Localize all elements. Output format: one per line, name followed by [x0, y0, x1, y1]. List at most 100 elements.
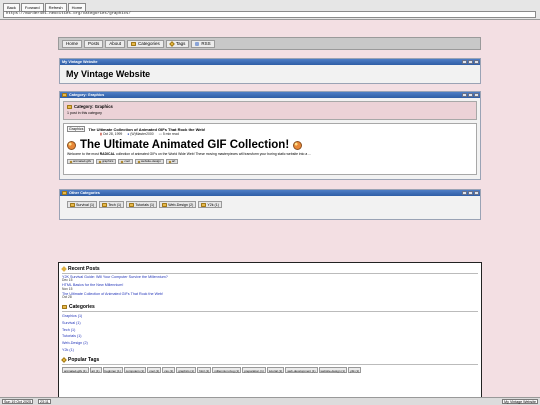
tag-cloud-item[interactable]: graphics (1) — [176, 366, 197, 373]
tag-cloud-item[interactable]: web-development (1) — [285, 366, 318, 373]
nav-about-label: About — [109, 41, 122, 46]
close-button[interactable] — [474, 191, 479, 195]
category-chip[interactable]: Tech (1) — [99, 201, 125, 208]
post-author-text: (W)Master2000 — [130, 132, 154, 136]
tag-cloud: animated-gifs (1) art (1) beginner (1) c… — [62, 366, 478, 373]
maximize-button[interactable] — [468, 60, 473, 64]
window-titlebar[interactable]: Category: Graphics — [60, 92, 480, 98]
recent-posts-title: Recent Posts — [68, 266, 100, 272]
tag-label: website-design — [140, 159, 161, 163]
folder-icon — [62, 304, 67, 309]
category-window: Category: Graphics Category: Graphics 1 … — [59, 91, 481, 180]
minimize-button[interactable] — [462, 60, 467, 64]
minimize-button[interactable] — [462, 93, 467, 97]
category-heading: Category: Graphics — [67, 104, 473, 109]
close-button[interactable] — [474, 93, 479, 97]
category-link[interactable]: Tech (1) — [62, 327, 478, 334]
nav-home-label: Home — [66, 41, 79, 46]
post-tags: animated-gifs graphics cool website-desi… — [67, 159, 473, 164]
maximize-button[interactable] — [468, 191, 473, 195]
tag-cloud-item[interactable]: millennium-bug (1) — [212, 366, 242, 373]
popular-tags-heading: Popular Tags — [61, 356, 478, 365]
post-date-text: Oct 28, 1999 — [102, 132, 123, 136]
tag-chip[interactable]: website-design — [134, 159, 164, 164]
excerpt-text: collection of animated GIFs on the World… — [115, 152, 311, 156]
tag-cloud-item[interactable]: y2k (1) — [348, 366, 362, 373]
tag-chip[interactable]: art — [165, 159, 179, 164]
browser-toolbar: Back Forward Refresh Home https://murder… — [0, 0, 540, 20]
post-big-title: The Ultimate Animated GIF Collection! — [67, 139, 473, 151]
close-button[interactable] — [474, 60, 479, 64]
category-header: Category: Graphics 1 post in this catego… — [63, 101, 477, 120]
category-link[interactable]: Y2k (1) — [62, 347, 478, 354]
site-title-window: My Vintage Website My Vintage Website — [59, 58, 481, 84]
category-link[interactable]: Survival (1) — [62, 320, 478, 327]
category-chip[interactable]: Y2k (1) — [198, 201, 222, 208]
tag-cloud-item[interactable]: cool (1) — [147, 366, 162, 373]
taskbar-window-button[interactable]: My Vintage Website — [502, 399, 538, 404]
tag-cloud-item[interactable]: beginner (1) — [102, 366, 123, 373]
window-title: Other Categories — [69, 191, 100, 195]
nav-categories[interactable]: Categories — [127, 39, 164, 48]
tag-cloud-item[interactable]: computers (1) — [123, 366, 147, 373]
book-icon: ▭ — [158, 132, 162, 136]
recent-post-item: The Ultimate Collection of Animated GIFs… — [62, 292, 478, 300]
taskbar: Sun 19 Oct 2025 23:11 My Vintage Website — [0, 397, 540, 405]
window-titlebar[interactable]: Other Categories — [60, 190, 480, 196]
category-count: 1 post in this category — [67, 111, 102, 115]
tag-icon — [168, 40, 175, 47]
tag-icon — [69, 160, 73, 163]
nav-posts[interactable]: Posts — [84, 39, 104, 48]
folder-icon — [162, 202, 168, 207]
category-link[interactable]: Web-Design (2) — [62, 340, 478, 347]
nav-rss[interactable]: RSS — [191, 39, 215, 48]
category-chip[interactable]: Survival (1) — [67, 201, 98, 208]
minimize-button[interactable] — [462, 191, 467, 195]
tag-chip[interactable]: animated-gifs — [67, 159, 95, 164]
category-label: Tech (1) — [108, 202, 122, 207]
url-bar[interactable]: https://murder401.neocities.org/categori… — [3, 11, 536, 18]
nav-tags[interactable]: Tags — [165, 39, 190, 48]
tag-chip[interactable]: graphics — [96, 159, 117, 164]
palette-icon — [67, 140, 76, 150]
tag-cloud-item[interactable]: css (1) — [162, 366, 176, 373]
tag-label: art — [171, 159, 176, 163]
nav-about[interactable]: About — [105, 39, 126, 48]
category-link[interactable]: Graphics (1) — [62, 313, 478, 320]
tag-cloud-item[interactable]: preparation (1) — [242, 366, 266, 373]
category-chip[interactable]: Tutorials (1) — [126, 201, 158, 208]
recent-post-item: Y2K Survival Guide: Will Your Computer S… — [62, 275, 478, 283]
tag-cloud-item[interactable]: html (1) — [197, 366, 212, 373]
window-title: Category: Graphics — [69, 93, 105, 97]
window-title: My Vintage Website — [62, 60, 98, 64]
tag-cloud-item[interactable]: website-design (1) — [318, 366, 348, 373]
post-big-title-text: The Ultimate Animated GIF Collection! — [80, 139, 290, 151]
site-heading[interactable]: My Vintage Website — [66, 69, 474, 79]
tag-cloud-item[interactable]: art (1) — [89, 366, 102, 373]
footer-panel: Recent Posts Y2K Survival Guide: Will Yo… — [58, 262, 482, 405]
nav-home[interactable]: Home — [62, 39, 83, 48]
taskbar-clock: 23:11 — [38, 399, 51, 404]
tag-cloud-item[interactable]: tutorial (1) — [266, 366, 285, 373]
category-chip[interactable]: Web-Design (2) — [159, 201, 197, 208]
taskbar-date: Sun 19 Oct 2025 — [2, 399, 33, 404]
tag-chip[interactable]: cool — [118, 159, 133, 164]
folder-icon — [62, 93, 67, 97]
folder-icon — [62, 191, 67, 195]
category-list: Survival (1) Tech (1) Tutorials (1) Web-… — [67, 201, 473, 208]
site-nav: Home Posts About Categories Tags RSS — [58, 37, 481, 50]
post-author: ● (W)Master2000 — [127, 132, 153, 136]
window-titlebar[interactable]: My Vintage Website — [60, 59, 480, 65]
rss-icon — [195, 41, 200, 46]
folder-icon — [201, 202, 207, 207]
tag-label: graphics — [102, 159, 114, 163]
post-readtime: ▭ 5 min read — [159, 132, 179, 136]
category-link[interactable]: Tutorials (1) — [62, 333, 478, 340]
tag-cloud-item[interactable]: animated-gifs (1) — [62, 366, 89, 373]
post-thumbnail[interactable]: Graphics — [67, 126, 86, 132]
category-label: Web-Design (2) — [168, 202, 194, 207]
maximize-button[interactable] — [468, 93, 473, 97]
post-excerpt: Welcome to the most RADICAL collection o… — [67, 152, 473, 156]
popular-tags-title: Popular Tags — [68, 356, 100, 363]
categories-heading: Categories — [62, 304, 478, 312]
